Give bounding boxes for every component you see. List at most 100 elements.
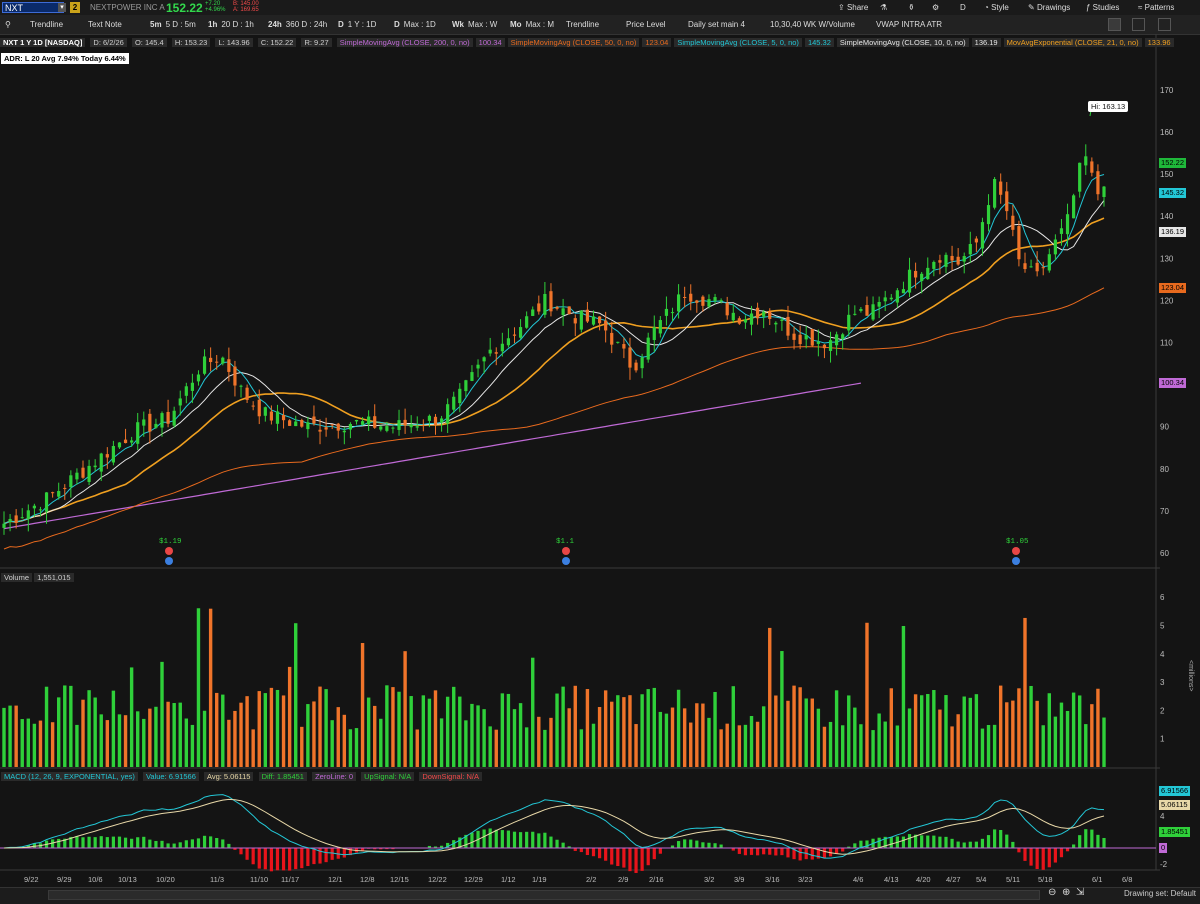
study-name-0[interactable]: SimpleMovingAvg (CLOSE, 200, 0, no) xyxy=(337,38,473,47)
macd-histogram-bar xyxy=(221,839,224,848)
volume-bar xyxy=(501,693,504,767)
tool-3[interactable]: 1h20 D : 1h xyxy=(208,18,254,31)
candle-body xyxy=(130,440,133,442)
candle-body xyxy=(987,205,990,224)
candle-body xyxy=(422,425,425,426)
tool-label: Max : 1D xyxy=(404,20,436,29)
tool-11[interactable]: Daily set main 4 xyxy=(688,18,745,31)
aggregation-d-button[interactable]: D xyxy=(960,1,966,14)
symbol-dropdown-icon[interactable]: ▾ xyxy=(58,3,66,12)
volume-bar xyxy=(136,711,139,767)
date-tick: 12/15 xyxy=(390,875,409,884)
tool-13[interactable]: VWAP INTRA ATR xyxy=(876,18,942,31)
tool-12[interactable]: 10,30,40 WK W/Volume xyxy=(770,18,855,31)
volume-bar xyxy=(1048,693,1051,767)
price-tick: 130 xyxy=(1160,254,1174,263)
tool-1[interactable]: Text Note xyxy=(88,18,122,31)
tool-7[interactable]: WkMax : W xyxy=(452,18,497,31)
macd-histogram-bar xyxy=(209,836,212,848)
pin-icon[interactable]: ⚲ xyxy=(5,18,11,31)
study-name-4[interactable]: MovAvgExponential (CLOSE, 21, 0, no) xyxy=(1004,38,1142,47)
macd-histogram-bar xyxy=(926,836,929,848)
volume-bar xyxy=(300,727,303,767)
study-name-2[interactable]: SimpleMovingAvg (CLOSE, 5, 0, no) xyxy=(674,38,802,47)
candle-body xyxy=(106,454,109,457)
tool-2[interactable]: 5m5 D : 5m xyxy=(150,18,196,31)
tool-4[interactable]: 24h360 D : 24h xyxy=(268,18,327,31)
volume-bar xyxy=(1029,686,1032,767)
reset-zoom-icon[interactable]: ⇲ xyxy=(1076,887,1084,898)
candle-body xyxy=(397,420,400,430)
symbol-input[interactable]: NXT xyxy=(2,2,64,13)
price-chart[interactable]: 1701601501401301201101009080706065432142… xyxy=(0,34,1200,887)
volume-bar xyxy=(896,725,899,767)
volume-bar xyxy=(944,695,947,767)
volume-bar xyxy=(1096,689,1099,767)
zoom-in-icon[interactable]: ⊕ xyxy=(1062,887,1070,898)
candle-body xyxy=(914,271,917,278)
single-layout-icon[interactable] xyxy=(1108,18,1121,31)
tool-8[interactable]: MoMax : M xyxy=(510,18,554,31)
volume-bar xyxy=(1042,725,1045,767)
macd-histogram-bar xyxy=(306,848,309,866)
drawings-button[interactable]: ✎ Drawings xyxy=(1028,1,1070,14)
beaker-icon[interactable]: ⚱ xyxy=(908,1,915,14)
macd-histogram-bar xyxy=(1096,835,1099,848)
candle-body xyxy=(1048,254,1051,270)
flask-icon[interactable]: ⚗ xyxy=(880,1,887,14)
zoom-out-icon[interactable]: ⊖ xyxy=(1048,887,1056,898)
candle-body xyxy=(1017,226,1020,259)
date-tick: 12/1 xyxy=(328,875,343,884)
last-price: 152.22 xyxy=(166,1,203,15)
link-group-badge[interactable]: 2 xyxy=(70,2,80,13)
macd-histogram-bar xyxy=(94,837,97,848)
macd-histogram-bar xyxy=(987,835,990,848)
volume-tick: 6 xyxy=(1160,593,1165,602)
volume-bar xyxy=(768,628,771,767)
macd-histogram-bar xyxy=(750,848,753,855)
bar-range: R: 9.27 xyxy=(301,38,331,47)
panel-icon[interactable] xyxy=(1158,18,1171,31)
volume-bar xyxy=(1066,711,1069,767)
tool-label: 360 D : 24h xyxy=(286,20,327,29)
tool-10[interactable]: Price Level xyxy=(626,18,666,31)
patterns-button[interactable]: ≈ Patterns xyxy=(1138,1,1174,14)
volume-bar xyxy=(1011,701,1014,767)
tool-6[interactable]: DMax : 1D xyxy=(394,18,436,31)
drawing-set-label[interactable]: Drawing set: Default xyxy=(1124,889,1196,898)
tool-9[interactable]: Trendline xyxy=(566,18,599,31)
macd-histogram-bar xyxy=(756,848,759,855)
candle-body xyxy=(1023,263,1026,269)
candle-body xyxy=(39,509,42,510)
candle-body xyxy=(1054,240,1057,255)
candle-body xyxy=(385,426,388,431)
macd-histogram-bar xyxy=(604,848,607,861)
share-button[interactable]: ⇪ Share xyxy=(838,1,868,14)
candle-body xyxy=(1029,266,1032,267)
volume-bar xyxy=(470,704,473,767)
grid-layout-icon[interactable] xyxy=(1132,18,1145,31)
candle-body xyxy=(21,517,24,518)
candle-body xyxy=(811,329,814,346)
macd-histogram-bar xyxy=(944,837,947,848)
candle-body xyxy=(555,307,558,309)
date-tick: 5/18 xyxy=(1038,875,1053,884)
candle-body xyxy=(124,440,127,443)
tool-5[interactable]: D1 Y : 1D xyxy=(338,18,376,31)
candle-body xyxy=(841,334,844,339)
volume-bar xyxy=(185,719,188,767)
study-name-3[interactable]: SimpleMovingAvg (CLOSE, 10, 0, no) xyxy=(837,38,969,47)
time-scrollbar[interactable] xyxy=(48,890,1040,900)
tool-0[interactable]: Trendline xyxy=(30,18,63,31)
date-tick: 3/2 xyxy=(704,875,714,884)
macd-histogram-bar xyxy=(1060,848,1063,857)
studies-button[interactable]: ƒ Studies xyxy=(1086,1,1119,14)
volume-tick: 3 xyxy=(1160,678,1165,687)
study-name-1[interactable]: SimpleMovingAvg (CLOSE, 50, 0, no) xyxy=(508,38,640,47)
volume-bar xyxy=(847,695,850,767)
gear-icon[interactable]: ⚙ xyxy=(932,1,939,14)
macd-histogram-bar xyxy=(598,848,601,858)
earnings-icon xyxy=(562,547,570,555)
style-button[interactable]: ◔ Style xyxy=(984,1,1009,14)
macd-histogram-bar xyxy=(774,848,777,855)
